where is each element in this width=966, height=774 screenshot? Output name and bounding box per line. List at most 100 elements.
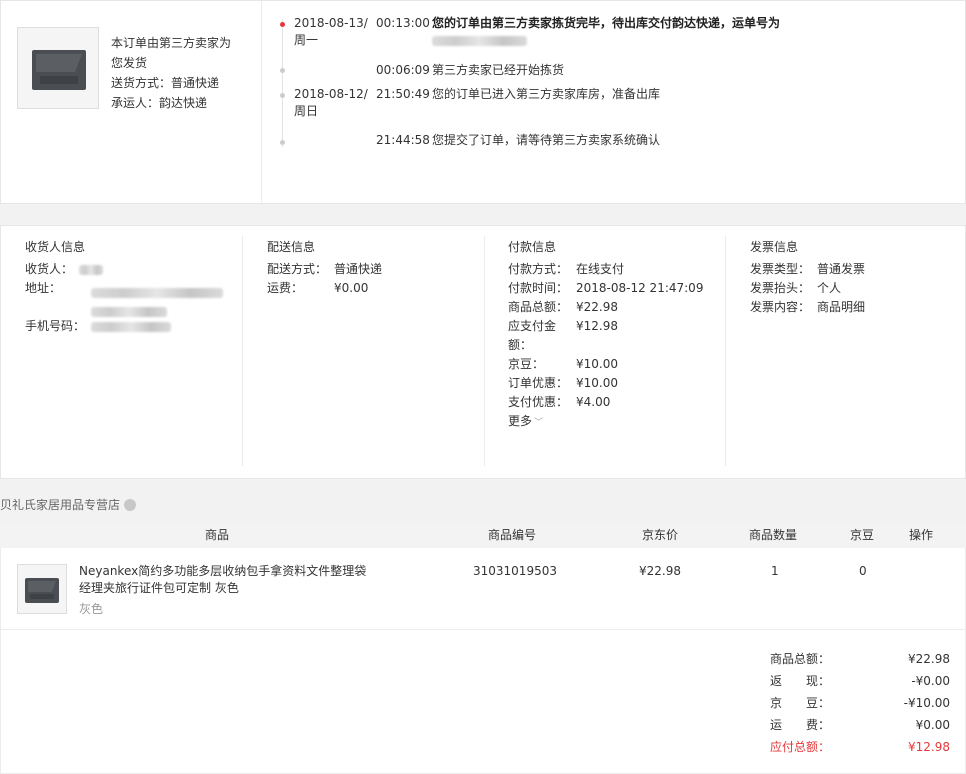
delivery-fee-value: ¥0.00 xyxy=(334,281,369,295)
timeline-date: 2018-08-13/ xyxy=(294,16,368,30)
payment-value: 2018-08-12 21:47:09 xyxy=(576,281,704,295)
summary-value: ¥0.00 xyxy=(915,718,950,732)
timeline-dot-active xyxy=(280,22,285,27)
invoice-section: 发票信息 发票类型： 普通发票 发票抬头： 个人 发票内容： 商品明细 xyxy=(750,236,950,466)
delivery-method-label: 配送方式： xyxy=(267,262,328,276)
timeline-date: 2018-08-12/ xyxy=(294,87,368,101)
carrier-value: 韵达快递 xyxy=(159,96,208,110)
summary-total-label: 应付总额： xyxy=(770,740,831,754)
timeline-time: 21:50:49 xyxy=(376,87,430,101)
invoice-title: 发票信息 xyxy=(750,240,799,254)
header-qty: 商品数量 xyxy=(749,528,798,542)
payment-value: ¥12.98 xyxy=(576,319,618,333)
invoice-label: 发票类型： xyxy=(750,262,811,276)
payment-label: 商品总额： xyxy=(508,300,569,314)
timeline-text: 第三方卖家已经开始拣货 xyxy=(432,63,565,77)
chat-icon[interactable] xyxy=(124,498,137,511)
product-beans: 0 xyxy=(859,564,867,578)
summary-total-value: ¥12.98 xyxy=(908,740,950,754)
delivery-title: 配送信息 xyxy=(267,240,316,254)
timeline-weekday: 周日 xyxy=(294,104,319,118)
header-action: 操作 xyxy=(909,528,934,542)
summary-label: 商品总额： xyxy=(770,652,831,666)
product-price: ¥22.98 xyxy=(639,564,681,578)
invoice-row: 发票类型： 普通发票 xyxy=(750,260,950,279)
payment-row: 支付优惠： ¥4.00 xyxy=(508,393,718,412)
order-info-panel: 收货人信息 收货人： 地址： 手机号码： 配送信息 配送方式： 普通快递 运费：… xyxy=(0,225,966,479)
store-bar: 贝礼氏家居用品专营店 xyxy=(0,490,966,520)
redacted-address xyxy=(91,283,223,302)
consignee-address-label: 地址： xyxy=(25,281,62,295)
shipment-line2: 您发货 xyxy=(111,56,148,70)
shipment-info: 本订单由第三方卖家为 您发货 送货方式：普通快递 承运人：韵达快递 xyxy=(111,33,231,113)
shipping-method: 送货方式：普通快递 xyxy=(111,73,231,93)
chevron-down-icon: ﹀ xyxy=(534,418,544,428)
payment-row: 应支付金 ¥12.98 xyxy=(508,317,718,336)
timeline-text: 您的订单由第三方卖家拣货完毕，待出库交付韵达快递，运单号为 xyxy=(432,16,781,30)
payment-section: 付款信息 付款方式： 在线支付 付款时间： 2018-08-12 21:47:09 … xyxy=(508,236,718,466)
shipping-method-value: 普通快递 xyxy=(171,76,220,90)
bag-image xyxy=(25,578,59,603)
timeline-time: 00:06:09 xyxy=(376,63,430,77)
more-label: 更多 xyxy=(508,414,533,428)
summary-row: 返 现： -¥0.00 xyxy=(770,670,950,692)
header-product: 商品 xyxy=(205,528,230,542)
invoice-value: 个人 xyxy=(817,281,842,295)
invoice-row: 发票抬头： 个人 xyxy=(750,279,950,298)
invoice-row: 发票内容： 商品明细 xyxy=(750,298,950,317)
payment-title: 付款信息 xyxy=(508,240,557,254)
product-name-link[interactable]: Neyankex简约多功能多层收纳包手拿资料文件整理袋经理夹旅行证件包可定制 灰… xyxy=(79,563,369,597)
invoice-label: 发票抬头： xyxy=(750,281,811,295)
payment-label: 付款时间： xyxy=(508,281,569,295)
payment-row: 京豆： ¥10.00 xyxy=(508,355,718,374)
timeline-line xyxy=(282,19,283,147)
consignee-section: 收货人信息 收货人： 地址： 手机号码： xyxy=(25,236,235,466)
timeline-dot xyxy=(280,93,285,98)
summary-label: 运 费： xyxy=(770,718,831,732)
more-link[interactable]: 更多 ﹀ xyxy=(508,412,718,433)
product-color: 灰色 xyxy=(79,602,104,616)
timeline-time: 21:44:58 xyxy=(376,133,430,147)
summary-row: 商品总额： ¥22.98 xyxy=(770,648,950,670)
product-sku: 31031019503 xyxy=(473,564,557,578)
invoice-value: 普通发票 xyxy=(817,262,866,276)
payment-row: 商品总额： ¥22.98 xyxy=(508,298,718,317)
summary-value: -¥10.00 xyxy=(903,696,950,710)
summary-label: 返 现： xyxy=(770,674,831,688)
summary-value: ¥22.98 xyxy=(908,652,950,666)
summary-row: 京 豆： -¥10.00 xyxy=(770,692,950,714)
timeline-time: 00:13:00 xyxy=(376,16,430,30)
payment-value: ¥22.98 xyxy=(576,300,618,314)
header-sku: 商品编号 xyxy=(488,528,537,542)
product-table-header: 商品 商品编号 京东价 商品数量 京豆 操作 xyxy=(0,522,966,548)
consignee-title: 收货人信息 xyxy=(25,240,86,254)
package-thumbnail[interactable] xyxy=(17,27,99,109)
invoice-value: 商品明细 xyxy=(817,300,866,314)
header-price: 京东价 xyxy=(642,528,679,542)
payment-row: 付款方式： 在线支付 xyxy=(508,260,718,279)
product-thumbnail[interactable] xyxy=(17,564,67,614)
delivery-fee-label: 运费： xyxy=(267,281,304,295)
invoice-label: 发票内容： xyxy=(750,300,811,314)
delivery-section: 配送信息 配送方式： 普通快递 运费： ¥0.00 xyxy=(267,236,477,466)
consignee-name-label: 收货人： xyxy=(25,262,74,276)
consignee-phone: 手机号码： xyxy=(25,317,235,336)
store-name[interactable]: 贝礼氏家居用品专营店 xyxy=(0,498,120,512)
delivery-fee: 运费： ¥0.00 xyxy=(267,279,477,298)
timeline-weekday: 周一 xyxy=(294,33,319,47)
consignee-name: 收货人： xyxy=(25,260,235,279)
shipping-method-label: 送货方式： xyxy=(111,76,172,90)
timeline-text: 您的订单已进入第三方卖家库房，准备出库 xyxy=(432,87,661,101)
payment-value: 在线支付 xyxy=(576,262,625,276)
payment-row: 额： xyxy=(508,336,718,355)
bag-image xyxy=(32,50,86,90)
table-row: Neyankex简约多功能多层收纳包手拿资料文件整理袋经理夹旅行证件包可定制 灰… xyxy=(1,548,966,630)
payment-value: ¥10.00 xyxy=(576,376,618,390)
product-panel: Neyankex简约多功能多层收纳包手拿资料文件整理袋经理夹旅行证件包可定制 灰… xyxy=(0,548,966,774)
order-summary: 商品总额： ¥22.98 返 现： -¥0.00 京 豆： -¥10.00 运 费： ¥… xyxy=(770,648,950,758)
header-beans: 京豆 xyxy=(850,528,875,542)
timeline-text: 您提交了订单，请等待第三方卖家系统确认 xyxy=(432,133,661,147)
product-qty: 1 xyxy=(771,564,779,578)
payment-value: ¥4.00 xyxy=(576,395,611,409)
redacted-name xyxy=(78,264,103,275)
